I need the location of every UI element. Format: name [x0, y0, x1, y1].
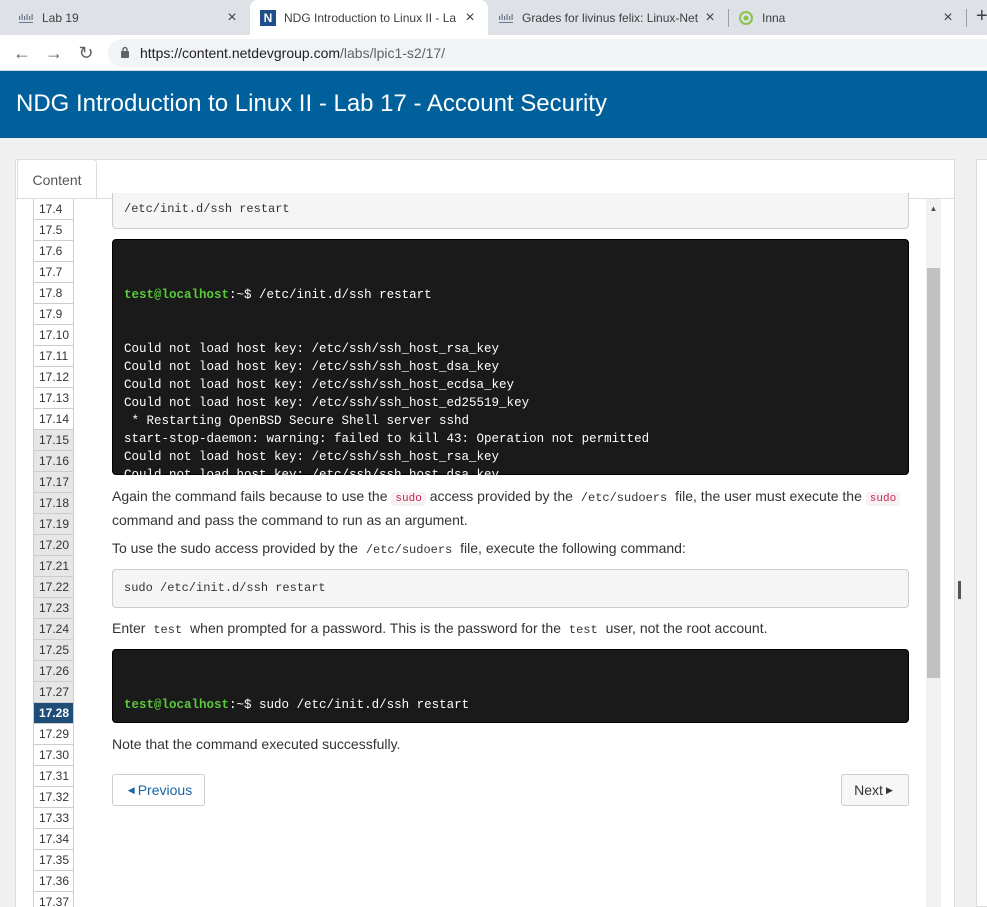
ring-icon	[738, 10, 754, 26]
address-toolbar: ← → ↻ https://content.netdevgroup.com/la…	[0, 35, 987, 71]
terminal-line: Could not load host key: /etc/ssh/ssh_ho…	[124, 396, 530, 410]
terminal-line: start-stop-daemon: warning: failed to ki…	[124, 432, 650, 446]
toc-item[interactable]: 17.37	[34, 892, 73, 907]
right-panel	[976, 159, 987, 907]
toc-item[interactable]: 17.14	[34, 409, 73, 430]
toc-item[interactable]: 17.24	[34, 619, 73, 640]
inline-code: test	[568, 623, 598, 637]
toc-item[interactable]: 17.7	[34, 262, 73, 283]
toc-item[interactable]: 17.4	[34, 199, 73, 220]
instruction-text: Again the command fails because to use t…	[112, 486, 902, 531]
lab-header: NDG Introduction to Linux II - Lab 17 - …	[0, 71, 987, 138]
url-path: /labs/lpic1-s2/17/	[340, 45, 446, 61]
tab-content[interactable]: Content	[17, 159, 97, 199]
toc-item[interactable]: 17.23	[34, 598, 73, 619]
terminal-output: test@localhost:~$ sudo /etc/init.d/ssh r…	[112, 649, 909, 784]
terminal-line: Could not load host key: /etc/ssh/ssh_ho…	[124, 468, 500, 482]
terminal-line: Could not load host key: /etc/ssh/ssh_ho…	[124, 378, 515, 392]
inline-code: /etc/sudoers	[365, 543, 453, 557]
browser-tab-grades[interactable]: Grades for livinus felix: Linux-Net ×	[488, 0, 728, 35]
instruction-text: To use the sudo access provided by the /…	[112, 540, 686, 557]
terminal-prompt: test@localhost	[124, 288, 230, 302]
browser-tab-inna[interactable]: Inna ×	[728, 0, 966, 35]
toc-item[interactable]: 17.31	[34, 766, 73, 787]
toc-item[interactable]: 17.13	[34, 388, 73, 409]
toc-item[interactable]: 17.19	[34, 514, 73, 535]
toc-item[interactable]: 17.9	[34, 304, 73, 325]
tab-separator	[966, 9, 967, 27]
close-icon[interactable]: ×	[460, 9, 480, 27]
toc-item[interactable]: 17.10	[34, 325, 73, 346]
panel-splitter-handle[interactable]	[958, 581, 961, 599]
instruction-text: Enter test when prompted for a password.…	[112, 620, 768, 637]
toc-item[interactable]: 17.25	[34, 640, 73, 661]
toc-item[interactable]: 17.28	[34, 703, 73, 724]
forward-icon[interactable]: →	[42, 41, 66, 65]
toc-item[interactable]: 17.34	[34, 829, 73, 850]
browser-tab-lab19[interactable]: Lab 19 ×	[0, 0, 250, 35]
toc-item[interactable]: 17.12	[34, 367, 73, 388]
cisco-icon	[498, 10, 514, 26]
toc-item[interactable]: 17.32	[34, 787, 73, 808]
caret-left-icon: ◀	[127, 784, 135, 795]
inline-code: sudo	[391, 492, 426, 506]
url-host: https://content.netdevgroup.com	[140, 45, 341, 61]
terminal-line: * Restarting OpenBSD Secure Shell server…	[124, 414, 470, 428]
ndg-icon: N	[260, 9, 276, 26]
address-bar[interactable]: https://content.netdevgroup.com/labs/lpi…	[108, 39, 987, 67]
toc-item[interactable]: 17.36	[34, 871, 73, 892]
toc-item[interactable]: 17.26	[34, 661, 73, 682]
terminal-line: Could not load host key: /etc/ssh/ssh_ho…	[124, 342, 500, 356]
toc-item[interactable]: 17.35	[34, 850, 73, 871]
terminal-line: Could not load host key: /etc/ssh/ssh_ho…	[124, 450, 500, 464]
inline-code: test	[153, 623, 183, 637]
page-title: NDG Introduction to Linux II - Lab 17 - …	[16, 90, 607, 117]
toc-item[interactable]: 17.17	[34, 472, 73, 493]
terminal-prompt: test@localhost	[124, 698, 230, 712]
close-icon[interactable]: ×	[938, 9, 958, 27]
close-icon[interactable]: ×	[222, 9, 242, 27]
cisco-icon	[18, 10, 34, 26]
toc-item[interactable]: 17.27	[34, 682, 73, 703]
reload-icon[interactable]: ↻	[74, 41, 98, 65]
toc-item[interactable]: 17.15	[34, 430, 73, 451]
toc-item[interactable]: 17.33	[34, 808, 73, 829]
terminal-line: * Restarting OpenBSD Secure Shell server…	[124, 770, 740, 784]
scroll-up-icon[interactable]: ▲	[926, 202, 941, 216]
terminal-output: test@localhost:~$ /etc/init.d/ssh restar…	[112, 239, 909, 536]
command-box: sudo /etc/init.d/ssh restart	[112, 569, 909, 608]
back-icon[interactable]: ←	[10, 41, 34, 65]
next-button[interactable]: Next ▶	[841, 774, 909, 806]
inline-code: /etc/sudoers	[580, 491, 668, 505]
toc-item[interactable]: 17.11	[34, 346, 73, 367]
instruction-text: Note that the command executed successfu…	[112, 736, 401, 752]
command-text: /etc/init.d/ssh restart	[124, 202, 290, 216]
caret-right-icon: ▶	[885, 784, 893, 795]
new-tab-icon[interactable]: +	[976, 5, 987, 28]
toc-item[interactable]: 17.16	[34, 451, 73, 472]
toc-item[interactable]: 17.18	[34, 493, 73, 514]
toc-item[interactable]: 17.29	[34, 724, 73, 745]
terminal-command: /etc/init.d/ssh restart	[259, 288, 432, 302]
toc-item[interactable]: 17.20	[34, 535, 73, 556]
browser-tab-strip: Lab 19 × N NDG Introduction to Linux II …	[0, 0, 987, 35]
close-icon[interactable]: ×	[700, 9, 720, 27]
command-box: /etc/init.d/ssh restart	[112, 193, 909, 229]
inline-code: sudo	[865, 492, 901, 506]
toc-item[interactable]: 17.21	[34, 556, 73, 577]
section-index: 17.4 17.5 17.6 17.7 17.8 17.9 17.10 17.11 17.12 1…	[33, 199, 74, 907]
previous-button[interactable]: ◀ Previous	[112, 774, 205, 806]
scrollbar-thumb[interactable]	[927, 268, 940, 678]
toc-item[interactable]: 17.5	[34, 220, 73, 241]
terminal-line: Could not load host key: /etc/ssh/ssh_ho…	[124, 360, 500, 374]
terminal-command: sudo /etc/init.d/ssh restart	[259, 698, 470, 712]
browser-tab-ndg[interactable]: N NDG Introduction to Linux II - La ×	[250, 0, 488, 35]
command-text: sudo /etc/init.d/ssh restart	[124, 581, 326, 595]
toc-item[interactable]: 17.22	[34, 577, 73, 598]
toc-item[interactable]: 17.8	[34, 283, 73, 304]
toc-item[interactable]: 17.30	[34, 745, 73, 766]
toc-item[interactable]: 17.6	[34, 241, 73, 262]
lock-icon	[120, 45, 130, 61]
